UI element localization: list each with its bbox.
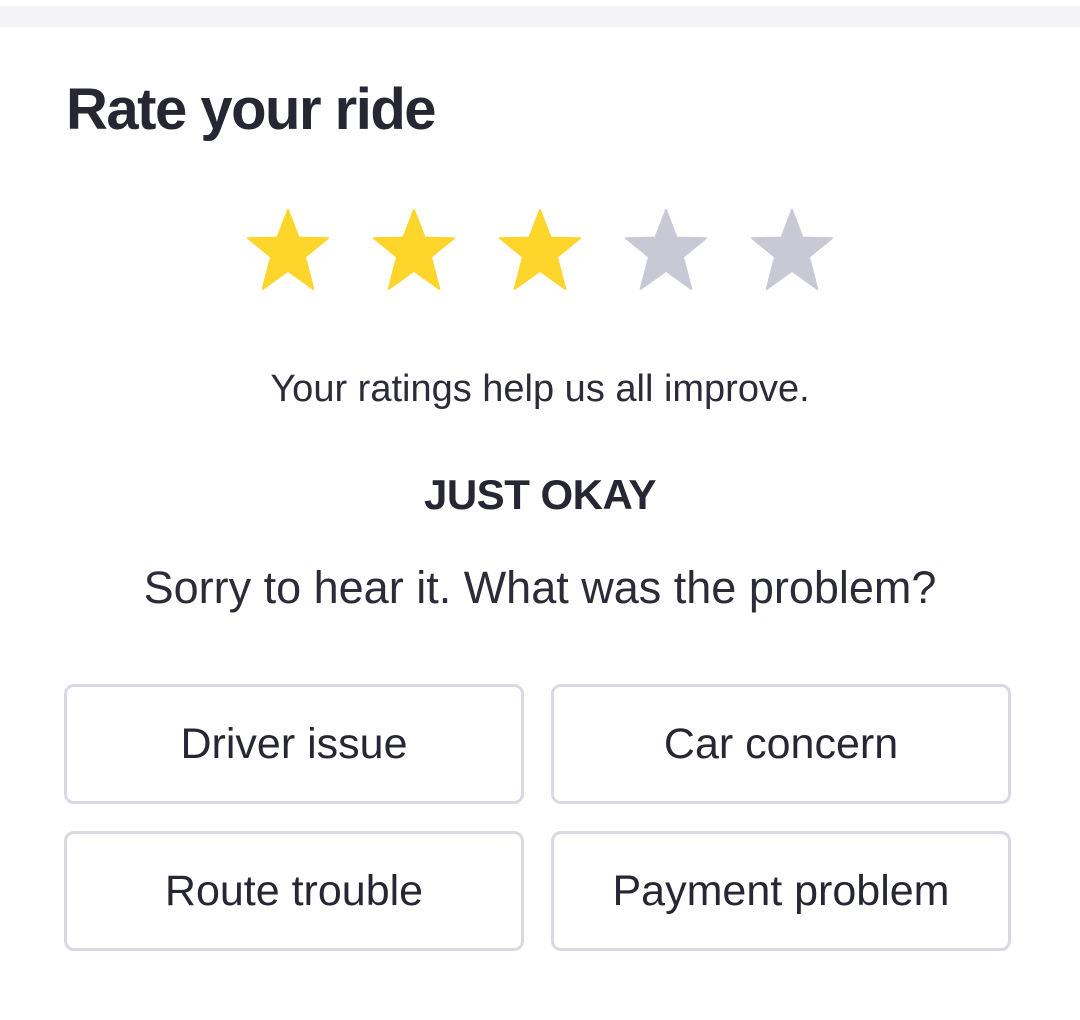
option-label: Car concern [663,720,899,768]
top-separator [0,0,1080,27]
rating-help-text: Your ratings help us all improve. [270,368,810,410]
option-label: Route trouble [164,867,424,915]
problem-question: Sorry to hear it. What was the problem? [143,562,937,613]
rating-card: Rate your ride Your ratings help us all … [0,27,1080,1020]
page-title: Rate your ride [66,77,437,142]
route-trouble-button[interactable]: Route trouble [64,831,524,951]
rating-label: JUST OKAY [423,471,657,518]
star-4-icon[interactable] [622,208,710,292]
option-label: Payment problem [612,867,950,915]
star-5-icon[interactable] [748,208,836,292]
payment-problem-button[interactable]: Payment problem [551,831,1011,951]
star-2-icon[interactable] [370,208,458,292]
star-rating [244,208,834,292]
top-separator-band [0,6,1080,27]
star-3-icon[interactable] [496,208,584,292]
star-1-icon[interactable] [244,208,332,292]
driver-issue-button[interactable]: Driver issue [64,684,524,804]
car-concern-button[interactable]: Car concern [551,684,1011,804]
option-label: Driver issue [180,720,408,768]
